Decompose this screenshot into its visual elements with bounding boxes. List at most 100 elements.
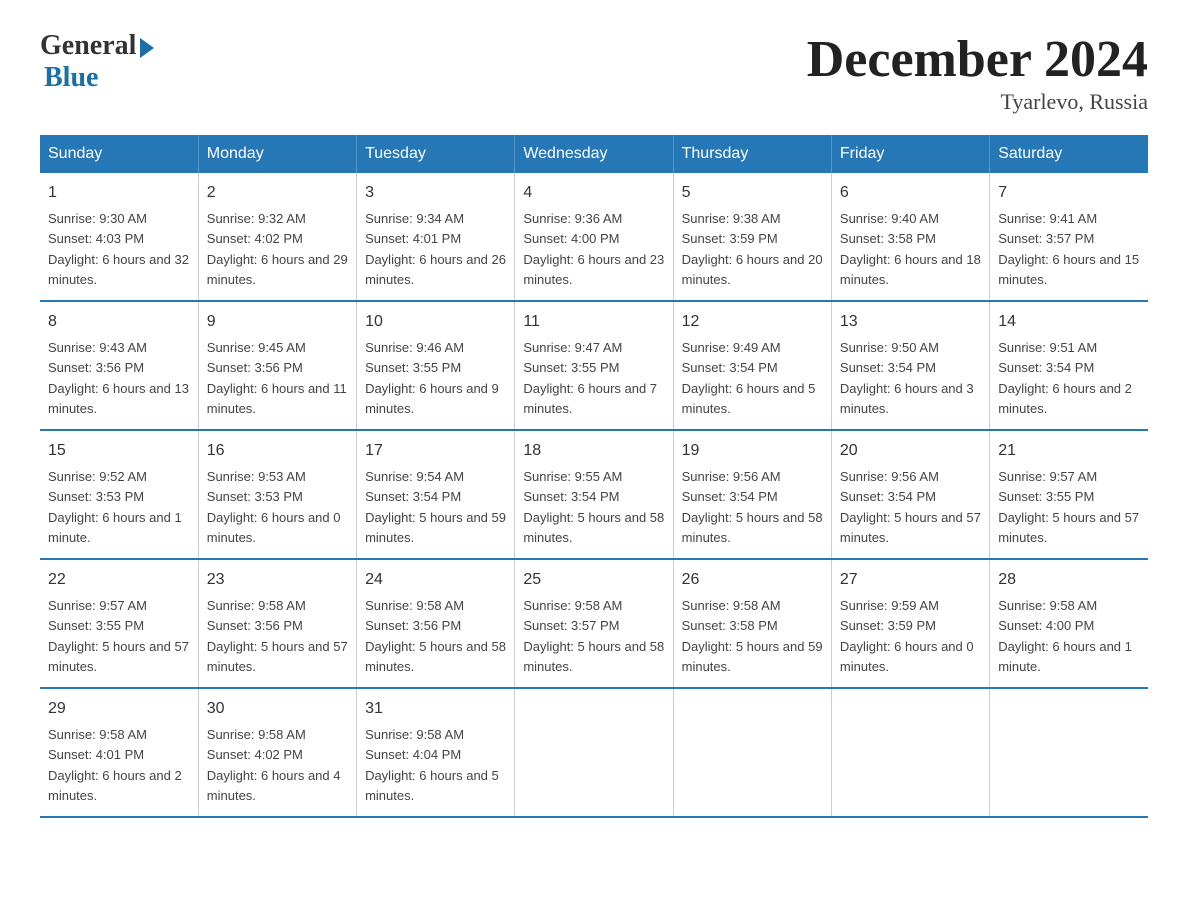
day-info: Sunrise: 9:43 AMSunset: 3:56 PMDaylight:… [48, 340, 189, 416]
calendar-cell [673, 688, 831, 817]
day-info: Sunrise: 9:56 AMSunset: 3:54 PMDaylight:… [682, 469, 823, 545]
calendar-week-row: 8 Sunrise: 9:43 AMSunset: 3:56 PMDaylight… [40, 301, 1148, 430]
day-info: Sunrise: 9:51 AMSunset: 3:54 PMDaylight:… [998, 340, 1132, 416]
calendar-cell: 21 Sunrise: 9:57 AMSunset: 3:55 PMDayligh… [990, 430, 1148, 559]
calendar-cell: 7 Sunrise: 9:41 AMSunset: 3:57 PMDaylight… [990, 173, 1148, 301]
day-number: 31 [365, 697, 506, 721]
day-info: Sunrise: 9:36 AMSunset: 4:00 PMDaylight:… [523, 211, 664, 287]
column-header-monday: Monday [198, 135, 356, 173]
calendar-week-row: 15 Sunrise: 9:52 AMSunset: 3:53 PMDayligh… [40, 430, 1148, 559]
location-text: Tyarlevo, Russia [807, 89, 1148, 115]
calendar-cell: 30 Sunrise: 9:58 AMSunset: 4:02 PMDayligh… [198, 688, 356, 817]
day-info: Sunrise: 9:52 AMSunset: 3:53 PMDaylight:… [48, 469, 182, 545]
day-number: 12 [682, 310, 823, 334]
calendar-week-row: 29Sunrise: 9:58 AMSunset: 4:01 PMDayligh… [40, 688, 1148, 817]
calendar-cell: 5 Sunrise: 9:38 AMSunset: 3:59 PMDaylight… [673, 173, 831, 301]
day-info: Sunrise: 9:57 AMSunset: 3:55 PMDaylight:… [48, 598, 189, 674]
calendar-cell: 31 Sunrise: 9:58 AMSunset: 4:04 PMDayligh… [357, 688, 515, 817]
day-info: Sunrise: 9:49 AMSunset: 3:54 PMDaylight:… [682, 340, 816, 416]
calendar-cell: 19 Sunrise: 9:56 AMSunset: 3:54 PMDayligh… [673, 430, 831, 559]
calendar-cell: 23 Sunrise: 9:58 AMSunset: 3:56 PMDayligh… [198, 559, 356, 688]
calendar-cell: 24Sunrise: 9:58 AMSunset: 3:56 PMDayligh… [357, 559, 515, 688]
day-number: 8 [48, 310, 190, 334]
calendar-cell: 22 Sunrise: 9:57 AMSunset: 3:55 PMDayligh… [40, 559, 198, 688]
day-number: 15 [48, 439, 190, 463]
calendar-cell: 14 Sunrise: 9:51 AMSunset: 3:54 PMDayligh… [990, 301, 1148, 430]
calendar-cell: 9 Sunrise: 9:45 AMSunset: 3:56 PMDaylight… [198, 301, 356, 430]
day-info: Sunrise: 9:58 AMSunset: 4:04 PMDaylight:… [365, 727, 499, 803]
day-number: 7 [998, 181, 1140, 205]
column-header-wednesday: Wednesday [515, 135, 673, 173]
page-header: General Blue December 2024 Tyarlevo, Rus… [40, 30, 1148, 115]
day-number: 9 [207, 310, 348, 334]
day-number: 30 [207, 697, 348, 721]
month-title: December 2024 [807, 30, 1148, 89]
calendar-cell: 27 Sunrise: 9:59 AMSunset: 3:59 PMDayligh… [831, 559, 989, 688]
column-header-thursday: Thursday [673, 135, 831, 173]
day-info: Sunrise: 9:59 AMSunset: 3:59 PMDaylight:… [840, 598, 974, 674]
day-number: 13 [840, 310, 981, 334]
calendar-week-row: 1Sunrise: 9:30 AMSunset: 4:03 PMDaylight… [40, 173, 1148, 301]
day-info: Sunrise: 9:40 AMSunset: 3:58 PMDaylight:… [840, 211, 981, 287]
logo-general-text: General [40, 30, 136, 62]
calendar-cell: 3Sunrise: 9:34 AMSunset: 4:01 PMDaylight… [357, 173, 515, 301]
calendar-header-row: SundayMondayTuesdayWednesdayThursdayFrid… [40, 135, 1148, 173]
calendar-cell [990, 688, 1148, 817]
day-number: 5 [682, 181, 823, 205]
calendar-cell: 26Sunrise: 9:58 AMSunset: 3:58 PMDayligh… [673, 559, 831, 688]
calendar-cell [831, 688, 989, 817]
calendar-week-row: 22 Sunrise: 9:57 AMSunset: 3:55 PMDayligh… [40, 559, 1148, 688]
calendar-cell: 15 Sunrise: 9:52 AMSunset: 3:53 PMDayligh… [40, 430, 198, 559]
day-info: Sunrise: 9:45 AMSunset: 3:56 PMDaylight:… [207, 340, 347, 416]
day-number: 27 [840, 568, 981, 592]
day-number: 16 [207, 439, 348, 463]
calendar-cell: 20Sunrise: 9:56 AMSunset: 3:54 PMDayligh… [831, 430, 989, 559]
day-info: Sunrise: 9:47 AMSunset: 3:55 PMDaylight:… [523, 340, 657, 416]
calendar-cell: 11Sunrise: 9:47 AMSunset: 3:55 PMDayligh… [515, 301, 673, 430]
day-info: Sunrise: 9:58 AMSunset: 3:56 PMDaylight:… [207, 598, 348, 674]
day-number: 23 [207, 568, 348, 592]
logo: General Blue [40, 30, 154, 94]
day-info: Sunrise: 9:58 AMSunset: 4:02 PMDaylight:… [207, 727, 341, 803]
day-number: 22 [48, 568, 190, 592]
day-number: 19 [682, 439, 823, 463]
day-info: Sunrise: 9:57 AMSunset: 3:55 PMDaylight:… [998, 469, 1139, 545]
calendar-cell: 6 Sunrise: 9:40 AMSunset: 3:58 PMDaylight… [831, 173, 989, 301]
day-info: Sunrise: 9:58 AMSunset: 4:00 PMDaylight:… [998, 598, 1132, 674]
day-info: Sunrise: 9:50 AMSunset: 3:54 PMDaylight:… [840, 340, 974, 416]
day-info: Sunrise: 9:46 AMSunset: 3:55 PMDaylight:… [365, 340, 499, 416]
calendar-cell: 2 Sunrise: 9:32 AMSunset: 4:02 PMDaylight… [198, 173, 356, 301]
calendar-cell: 29Sunrise: 9:58 AMSunset: 4:01 PMDayligh… [40, 688, 198, 817]
calendar-cell: 17Sunrise: 9:54 AMSunset: 3:54 PMDayligh… [357, 430, 515, 559]
day-number: 26 [682, 568, 823, 592]
day-number: 14 [998, 310, 1140, 334]
calendar-cell: 18 Sunrise: 9:55 AMSunset: 3:54 PMDayligh… [515, 430, 673, 559]
logo-blue-text: Blue [44, 62, 98, 94]
day-number: 4 [523, 181, 664, 205]
day-number: 21 [998, 439, 1140, 463]
day-number: 6 [840, 181, 981, 205]
calendar-cell: 12 Sunrise: 9:49 AMSunset: 3:54 PMDayligh… [673, 301, 831, 430]
day-info: Sunrise: 9:58 AMSunset: 3:57 PMDaylight:… [523, 598, 664, 674]
day-number: 25 [523, 568, 664, 592]
day-info: Sunrise: 9:58 AMSunset: 4:01 PMDaylight:… [48, 727, 182, 803]
day-info: Sunrise: 9:38 AMSunset: 3:59 PMDaylight:… [682, 211, 823, 287]
day-info: Sunrise: 9:32 AMSunset: 4:02 PMDaylight:… [207, 211, 348, 287]
day-number: 3 [365, 181, 506, 205]
column-header-tuesday: Tuesday [357, 135, 515, 173]
day-info: Sunrise: 9:41 AMSunset: 3:57 PMDaylight:… [998, 211, 1139, 287]
day-number: 18 [523, 439, 664, 463]
calendar-cell: 8 Sunrise: 9:43 AMSunset: 3:56 PMDaylight… [40, 301, 198, 430]
column-header-saturday: Saturday [990, 135, 1148, 173]
day-info: Sunrise: 9:55 AMSunset: 3:54 PMDaylight:… [523, 469, 664, 545]
day-info: Sunrise: 9:53 AMSunset: 3:53 PMDaylight:… [207, 469, 341, 545]
calendar-cell: 1Sunrise: 9:30 AMSunset: 4:03 PMDaylight… [40, 173, 198, 301]
day-number: 10 [365, 310, 506, 334]
day-number: 2 [207, 181, 348, 205]
calendar-cell [515, 688, 673, 817]
column-header-sunday: Sunday [40, 135, 198, 173]
calendar-cell: 4 Sunrise: 9:36 AMSunset: 4:00 PMDaylight… [515, 173, 673, 301]
calendar-cell: 10 Sunrise: 9:46 AMSunset: 3:55 PMDayligh… [357, 301, 515, 430]
title-block: December 2024 Tyarlevo, Russia [807, 30, 1148, 115]
logo-arrow-icon [140, 38, 154, 58]
